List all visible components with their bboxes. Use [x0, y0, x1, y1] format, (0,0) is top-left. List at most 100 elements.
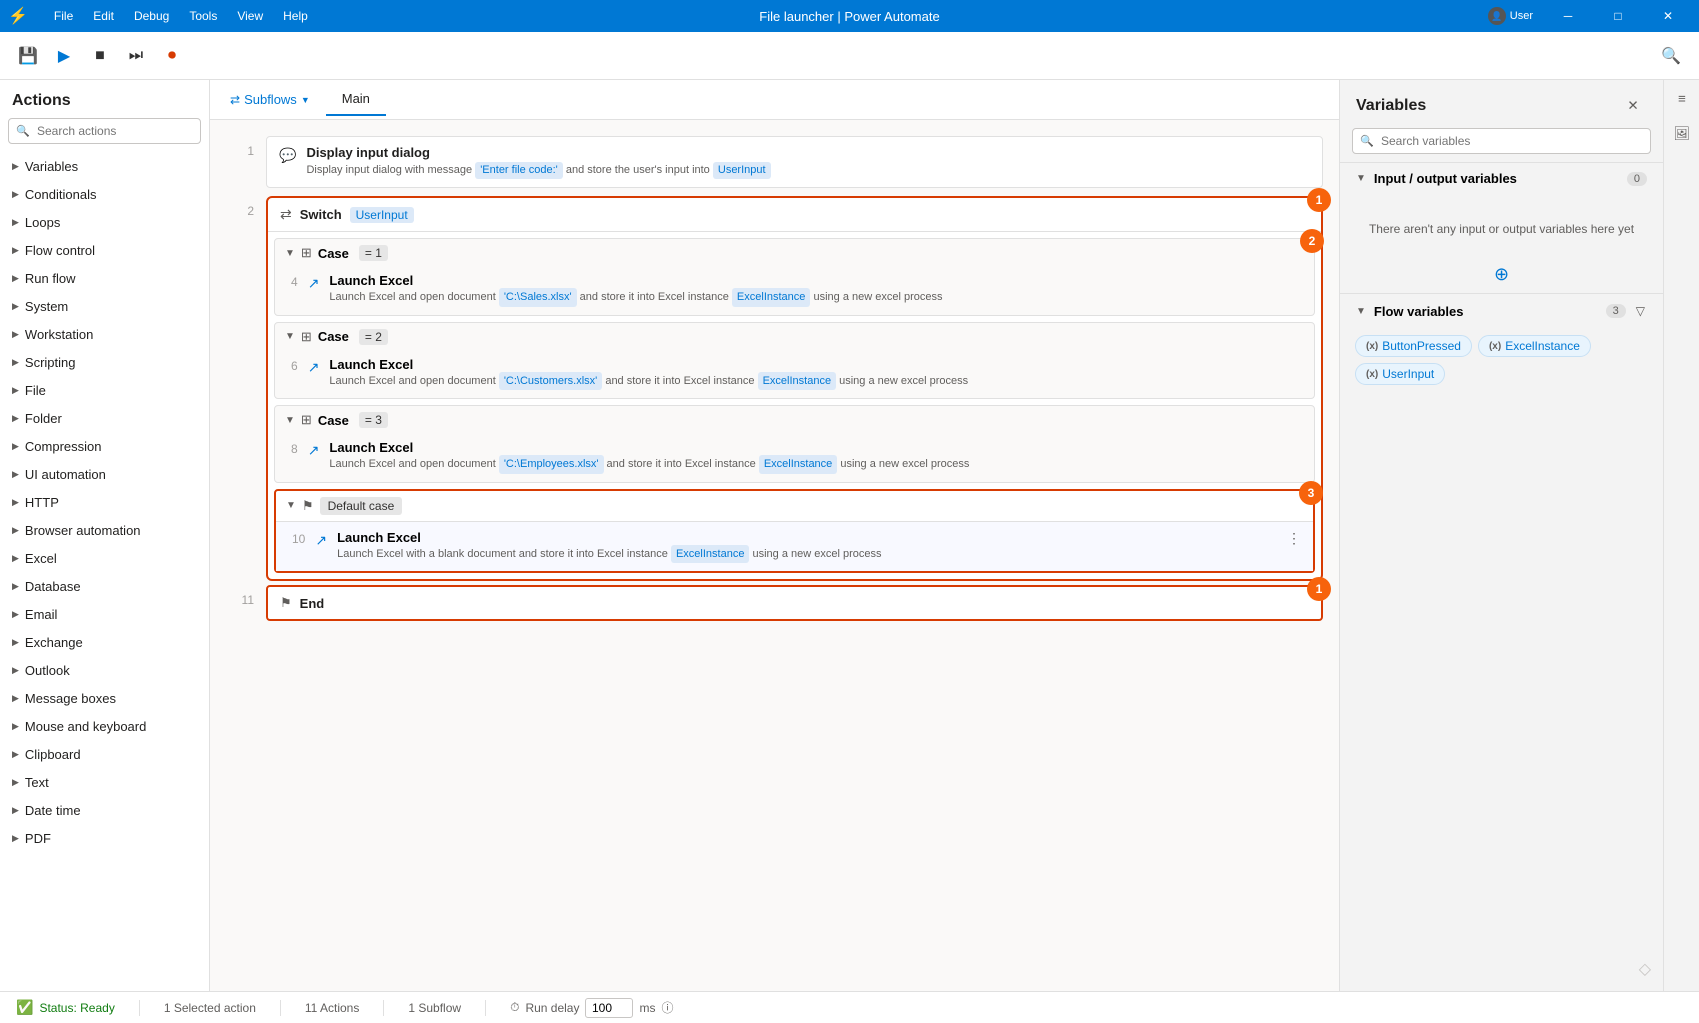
category-exchange[interactable]: ▶ Exchange	[0, 628, 209, 656]
category-mouse-keyboard[interactable]: ▶ Mouse and keyboard	[0, 712, 209, 740]
step-1-title: Display input dialog	[306, 145, 1310, 160]
chevron-down-icon: ▼	[301, 95, 310, 105]
category-ui-automation[interactable]: ▶ UI automation	[0, 460, 209, 488]
step-button[interactable]: ⏭	[120, 40, 152, 72]
menu-edit[interactable]: Edit	[83, 0, 124, 32]
chevron-icon: ▶	[12, 609, 19, 620]
category-clipboard[interactable]: ▶ Clipboard	[0, 740, 209, 768]
category-run-flow[interactable]: ▶ Run flow	[0, 264, 209, 292]
default-case-step[interactable]: 10 ↗ Launch Excel Launch Excel with a bl…	[276, 522, 1313, 572]
actions-search-input[interactable]	[8, 118, 201, 144]
default-step-content: Launch Excel Launch Excel with a blank d…	[337, 530, 1277, 564]
category-outlook[interactable]: ▶ Outlook	[0, 656, 209, 684]
switch-container: 1 ⇄ Switch UserInput 2 ▼ ⊞ Case	[266, 196, 1323, 581]
save-button[interactable]: 💾	[12, 40, 44, 72]
category-excel[interactable]: ▶ Excel	[0, 544, 209, 572]
default-case-label: Default case	[320, 497, 403, 515]
subflows-button[interactable]: ⇄ Subflows ▼	[222, 88, 318, 111]
run-button[interactable]: ▶	[48, 40, 80, 72]
chevron-icon: ▶	[12, 385, 19, 396]
user-avatar: 👤	[1488, 7, 1506, 25]
chevron-icon: ▶	[12, 637, 19, 648]
diamond-icon: ◇	[1639, 959, 1651, 979]
tab-main[interactable]: Main	[326, 83, 386, 116]
step-1-highlight1: 'Enter file code:'	[475, 162, 563, 179]
record-button[interactable]: ⏺	[156, 40, 188, 72]
chevron-icon: ▶	[12, 749, 19, 760]
chevron-icon: ▶	[12, 721, 19, 732]
layers-icon-button[interactable]: ≡	[1664, 80, 1699, 116]
user-name: User	[1510, 10, 1533, 22]
step-number-11: 11	[226, 585, 254, 607]
case-1-header[interactable]: ▼ ⊞ Case = 1	[275, 239, 1314, 267]
actions-list: ▶ Variables ▶ Conditionals ▶ Loops ▶ Flo…	[0, 152, 209, 991]
case-2-step[interactable]: 6 ↗ Launch Excel Launch Excel and open d…	[275, 351, 1314, 399]
step-display-input[interactable]: 💬 Display input dialog Display input dia…	[266, 136, 1323, 188]
switch-label: Switch	[300, 207, 342, 222]
flow-section-header[interactable]: ▼ Flow variables 3 ▽	[1340, 294, 1663, 328]
launch-excel-icon-default: ↗	[315, 530, 327, 549]
var-chip-button-pressed[interactable]: (x) ButtonPressed	[1355, 335, 1472, 357]
category-loops[interactable]: ▶ Loops	[0, 208, 209, 236]
default-case-header[interactable]: ▼ ⚑ Default case	[276, 491, 1313, 522]
flow-variables-chips: (x) ButtonPressed (x) ExcelInstance (x) …	[1340, 328, 1663, 392]
category-message-boxes[interactable]: ▶ Message boxes	[0, 684, 209, 712]
category-folder[interactable]: ▶ Folder	[0, 404, 209, 432]
switch-header[interactable]: ⇄ Switch UserInput	[268, 198, 1321, 232]
app-icon: ⚡	[8, 6, 28, 26]
end-step[interactable]: ⚑ End	[268, 587, 1321, 619]
main-layout: Actions 🔍 ▶ Variables ▶ Conditionals ▶ L…	[0, 80, 1699, 991]
category-scripting[interactable]: ▶ Scripting	[0, 348, 209, 376]
close-button[interactable]: ✕	[1645, 0, 1691, 32]
category-workstation[interactable]: ▶ Workstation	[0, 320, 209, 348]
menu-tools[interactable]: Tools	[179, 0, 227, 32]
category-pdf[interactable]: ▶ PDF	[0, 824, 209, 852]
case-3-step[interactable]: 8 ↗ Launch Excel Launch Excel and open d…	[275, 434, 1314, 482]
subflows-icon: ⇄	[230, 93, 240, 107]
variables-panel-icons: ≡ 🖼	[1663, 80, 1699, 991]
category-browser-automation[interactable]: ▶ Browser automation	[0, 516, 209, 544]
var-chip-excel-instance[interactable]: (x) ExcelInstance	[1478, 335, 1591, 357]
minimize-button[interactable]: ─	[1545, 0, 1591, 32]
add-io-variable-button[interactable]: ⊕	[1356, 264, 1647, 285]
category-system[interactable]: ▶ System	[0, 292, 209, 320]
subflow-count: 1 Subflow	[408, 1001, 461, 1015]
main-toolbar: 💾 ▶ ■ ⏭ ⏺ 🔍	[0, 32, 1699, 80]
menu-file[interactable]: File	[44, 0, 83, 32]
search-button[interactable]: 🔍	[1655, 40, 1687, 72]
category-flow-control[interactable]: ▶ Flow control	[0, 236, 209, 264]
category-email[interactable]: ▶ Email	[0, 600, 209, 628]
category-variables[interactable]: ▶ Variables	[0, 152, 209, 180]
category-file[interactable]: ▶ File	[0, 376, 209, 404]
stop-button[interactable]: ■	[84, 40, 116, 72]
category-http[interactable]: ▶ HTTP	[0, 488, 209, 516]
variables-search-input[interactable]	[1352, 128, 1651, 154]
category-conditionals[interactable]: ▶ Conditionals	[0, 180, 209, 208]
category-compression[interactable]: ▶ Compression	[0, 432, 209, 460]
menu-debug[interactable]: Debug	[124, 0, 179, 32]
titlebar-menu: File Edit Debug Tools View Help	[44, 0, 318, 32]
category-database[interactable]: ▶ Database	[0, 572, 209, 600]
more-options-icon[interactable]: ⋮	[1287, 530, 1301, 547]
case-icon: ⊞	[301, 329, 312, 345]
io-section-header[interactable]: ▼ Input / output variables 0	[1340, 163, 1663, 194]
image-icon-button[interactable]: 🖼	[1664, 116, 1699, 152]
category-text[interactable]: ▶ Text	[0, 768, 209, 796]
variables-close-button[interactable]: ✕	[1619, 92, 1647, 120]
case-2-header[interactable]: ▼ ⊞ Case = 2	[275, 323, 1314, 351]
case-1-step[interactable]: 4 ↗ Launch Excel Launch Excel and open d…	[275, 267, 1314, 315]
case-2-instance: ExcelInstance	[758, 372, 836, 391]
badge-circle-1-top: 1	[1307, 188, 1331, 212]
maximize-button[interactable]: □	[1595, 0, 1641, 32]
chevron-icon: ▶	[12, 497, 19, 508]
menu-help[interactable]: Help	[273, 0, 318, 32]
menu-view[interactable]: View	[227, 0, 273, 32]
step-number-2: 2	[226, 196, 254, 218]
io-section-content: There aren't any input or output variabl…	[1340, 194, 1663, 293]
delay-input[interactable]	[585, 998, 633, 1018]
var-chip-user-input[interactable]: (x) UserInput	[1355, 363, 1445, 385]
case-1-container: 2 ▼ ⊞ Case = 1 4 ↗ Launch Excel	[274, 238, 1315, 316]
flow-filter-button[interactable]: ▽	[1634, 302, 1647, 320]
case-3-header[interactable]: ▼ ⊞ Case = 3	[275, 406, 1314, 434]
category-datetime[interactable]: ▶ Date time	[0, 796, 209, 824]
